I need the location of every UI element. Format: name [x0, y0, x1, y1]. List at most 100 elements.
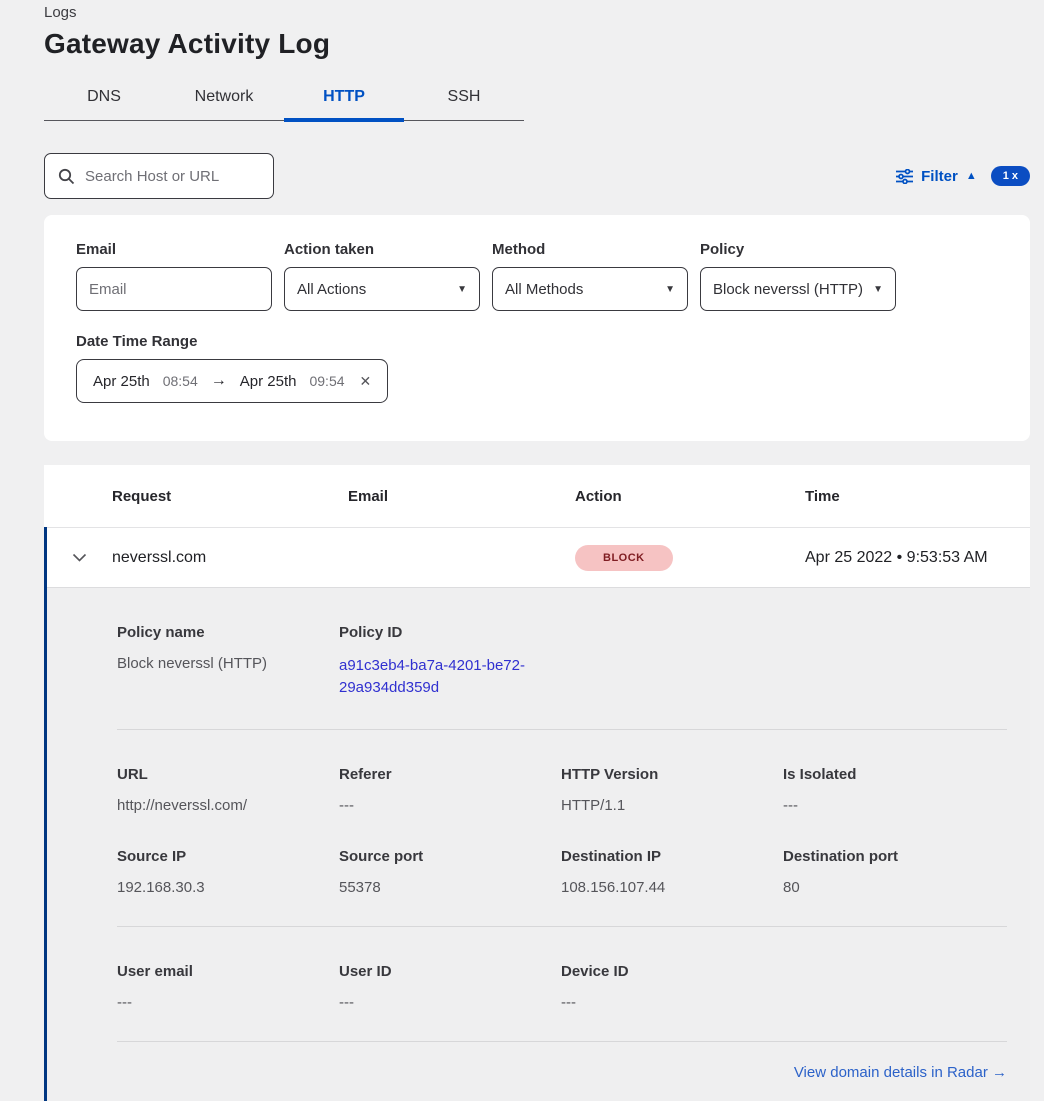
- referer-value: ---: [339, 797, 561, 814]
- page-title: Gateway Activity Log: [44, 28, 1030, 60]
- source-ip-label: Source IP: [117, 848, 339, 865]
- action-taken-field: Action taken All Actions ▼: [284, 241, 480, 311]
- referer-field: Referer ---: [339, 766, 561, 814]
- destination-ip-value: 108.156.107.44: [561, 879, 783, 896]
- row-request: neverssl.com: [112, 549, 348, 567]
- row-expand-toggle[interactable]: [47, 553, 112, 562]
- is-isolated-label: Is Isolated: [783, 766, 1005, 783]
- user-section: User email --- User ID --- Device ID ---: [117, 927, 1007, 1042]
- filter-panel: Email Action taken All Actions ▼ Method …: [44, 215, 1030, 441]
- filter-label: Filter: [921, 168, 958, 185]
- arrow-right-icon: →: [211, 372, 227, 390]
- chevron-down-icon: [72, 553, 87, 562]
- row-action: BLOCK: [575, 545, 805, 571]
- date-range-field: Date Time Range Apr 25th 08:54 → Apr 25t…: [76, 333, 998, 403]
- tab-http[interactable]: HTTP: [284, 78, 404, 120]
- user-email-field: User email ---: [117, 963, 339, 1011]
- radar-link-row: View domain details in Radar →: [117, 1042, 1007, 1101]
- header-time: Time: [805, 488, 1030, 505]
- policy-name-label: Policy name: [117, 624, 339, 641]
- is-isolated-field: Is Isolated ---: [783, 766, 1005, 814]
- referer-label: Referer: [339, 766, 561, 783]
- source-port-value: 55378: [339, 879, 561, 896]
- action-taken-value: All Actions: [297, 281, 366, 298]
- table-row[interactable]: neverssl.com BLOCK Apr 25 2022 • 9:53:53…: [47, 527, 1030, 587]
- range-end-date[interactable]: Apr 25th: [240, 373, 297, 390]
- url-label: URL: [117, 766, 339, 783]
- tab-ssh[interactable]: SSH: [404, 78, 524, 120]
- user-email-value: ---: [117, 994, 339, 1011]
- header-request: Request: [112, 488, 348, 505]
- device-id-field: Device ID ---: [561, 963, 783, 1011]
- search-input[interactable]: [85, 168, 260, 185]
- device-id-label: Device ID: [561, 963, 783, 980]
- http-version-value: HTTP/1.1: [561, 797, 783, 814]
- filter-count-badge: 1 x: [991, 166, 1030, 186]
- destination-port-label: Destination port: [783, 848, 1005, 865]
- policy-select[interactable]: Block neverssl (HTTP) ▼: [700, 267, 896, 311]
- header-email: Email: [348, 488, 575, 505]
- range-start-time[interactable]: 08:54: [163, 373, 198, 389]
- range-end-time[interactable]: 09:54: [309, 373, 344, 389]
- http-version-label: HTTP Version: [561, 766, 783, 783]
- user-id-label: User ID: [339, 963, 561, 980]
- source-ip-value: 192.168.30.3: [117, 879, 339, 896]
- user-id-value: ---: [339, 994, 561, 1011]
- method-value: All Methods: [505, 281, 583, 298]
- request-section: URL http://neverssl.com/ Referer --- HTT…: [117, 730, 1007, 927]
- device-id-value: ---: [561, 994, 783, 1011]
- controls-row: Filter ▲ 1 x: [44, 153, 1030, 199]
- email-filter-input[interactable]: [89, 281, 259, 298]
- gateway-activity-log-page: Logs Gateway Activity Log DNS Network HT…: [0, 0, 1044, 1101]
- radar-link[interactable]: View domain details in Radar →: [794, 1064, 1007, 1081]
- breadcrumb: Logs: [44, 4, 1030, 21]
- http-version-field: HTTP Version HTTP/1.1: [561, 766, 783, 814]
- policy-name-value: Block neverssl (HTTP): [117, 655, 339, 672]
- source-ip-field: Source IP 192.168.30.3: [117, 848, 339, 896]
- email-filter-field: Email: [76, 241, 272, 311]
- block-status-badge: BLOCK: [575, 545, 673, 571]
- destination-port-value: 80: [783, 879, 1005, 896]
- source-port-field: Source port 55378: [339, 848, 561, 896]
- clear-date-range-icon[interactable]: ✕: [360, 373, 372, 390]
- policy-id-link[interactable]: a91c3eb4-ba7a-4201-be72-29a934dd359d: [339, 655, 532, 699]
- date-range-label: Date Time Range: [76, 333, 998, 350]
- method-field: Method All Methods ▼: [492, 241, 688, 311]
- table-header-row: Request Email Action Time: [44, 465, 1030, 527]
- tab-network[interactable]: Network: [164, 78, 284, 120]
- search-icon: [58, 168, 75, 185]
- expanded-log-entry: neverssl.com BLOCK Apr 25 2022 • 9:53:53…: [44, 527, 1030, 1101]
- method-label: Method: [492, 241, 688, 258]
- method-select[interactable]: All Methods ▼: [492, 267, 688, 311]
- policy-label: Policy: [700, 241, 896, 258]
- filter-icon: [896, 169, 913, 184]
- destination-ip-field: Destination IP 108.156.107.44: [561, 848, 783, 896]
- destination-ip-label: Destination IP: [561, 848, 783, 865]
- activity-log-table: Request Email Action Time neverssl.com B…: [44, 465, 1030, 1101]
- policy-section: Policy name Block neverssl (HTTP) Policy…: [117, 588, 1007, 730]
- date-range-picker[interactable]: Apr 25th 08:54 → Apr 25th 09:54 ✕: [76, 359, 388, 403]
- is-isolated-value: ---: [783, 797, 1005, 814]
- user-email-label: User email: [117, 963, 339, 980]
- action-taken-select[interactable]: All Actions ▼: [284, 267, 480, 311]
- tab-dns[interactable]: DNS: [44, 78, 164, 120]
- header-action: Action: [575, 488, 805, 505]
- url-field: URL http://neverssl.com/: [117, 766, 339, 814]
- dropdown-caret-icon: ▼: [457, 284, 467, 295]
- dropdown-caret-icon: ▼: [665, 284, 675, 295]
- log-type-tabs: DNS Network HTTP SSH: [44, 78, 524, 121]
- policy-value: Block neverssl (HTTP): [713, 281, 863, 298]
- search-box[interactable]: [44, 153, 274, 199]
- email-filter-label: Email: [76, 241, 272, 258]
- collapse-caret-icon: ▲: [966, 170, 977, 182]
- destination-port-field: Destination port 80: [783, 848, 1005, 896]
- range-start-date[interactable]: Apr 25th: [93, 373, 150, 390]
- policy-name-field: Policy name Block neverssl (HTTP): [117, 624, 339, 699]
- dropdown-caret-icon: ▼: [873, 284, 883, 295]
- filter-toggle[interactable]: Filter ▲ 1 x: [896, 166, 1030, 186]
- policy-id-label: Policy ID: [339, 624, 561, 641]
- action-taken-label: Action taken: [284, 241, 480, 258]
- row-time: Apr 25 2022 • 9:53:53 AM: [805, 549, 1030, 567]
- url-value: http://neverssl.com/: [117, 797, 339, 814]
- policy-id-field: Policy ID a91c3eb4-ba7a-4201-be72-29a934…: [339, 624, 561, 699]
